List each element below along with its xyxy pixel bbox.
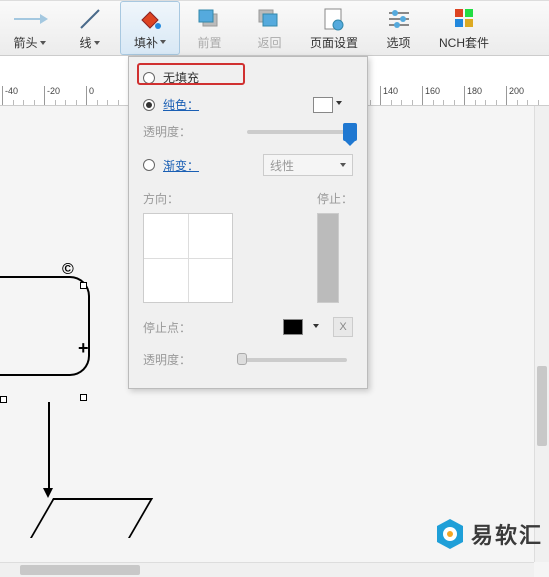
- fill-options-panel: 无填充 纯色： 透明度： 渐变： 线性 方向： 停止： 停止点：: [128, 56, 368, 389]
- options-icon: [387, 7, 411, 31]
- chevron-down-icon: [340, 163, 346, 167]
- connector-line[interactable]: [48, 402, 50, 490]
- bring-front-icon: [197, 8, 223, 30]
- line-label: 线: [79, 34, 91, 51]
- shape-handle[interactable]: [80, 282, 87, 289]
- ruler-tick: -20: [44, 86, 60, 105]
- back-button[interactable]: 返回: [240, 1, 300, 55]
- delete-stop-button[interactable]: X: [333, 317, 353, 337]
- back-label: 返回: [257, 34, 281, 51]
- stop-point-label: 停止点：: [143, 319, 191, 336]
- page-setup-label: 页面设置: [310, 34, 358, 51]
- stop-label: 停止：: [317, 190, 353, 207]
- ruler-tick: 0: [86, 86, 94, 105]
- ruler-tick: 200: [506, 86, 524, 105]
- watermark-text: 易软汇: [471, 518, 543, 550]
- ruler-tick: -40: [2, 86, 18, 105]
- horizontal-scrollbar[interactable]: [0, 562, 534, 577]
- plus-cursor-icon: +: [78, 338, 89, 359]
- chevron-down-icon: [313, 324, 319, 328]
- solid-fill-radio[interactable]: [143, 99, 155, 111]
- fill-tool-button[interactable]: 填补: [120, 1, 180, 55]
- opacity2-label: 透明度：: [143, 351, 191, 368]
- line-tool-button[interactable]: 线: [60, 1, 120, 55]
- main-toolbar: 箭头 线 填补 前置 返回 页面设置 选项 NCH套件: [0, 0, 549, 56]
- direction-label: 方向：: [143, 190, 309, 207]
- opacity-slider[interactable]: [247, 130, 353, 134]
- gradient-stop-bar[interactable]: [317, 213, 339, 303]
- gradient-type-select[interactable]: 线性: [263, 154, 353, 176]
- rounded-rect-shape[interactable]: [0, 276, 90, 376]
- opacity-label: 透明度：: [143, 123, 191, 140]
- stop-opacity-slider[interactable]: [237, 358, 347, 362]
- slider-thumb[interactable]: [237, 353, 247, 365]
- slider-thumb[interactable]: [343, 123, 357, 141]
- send-back-icon: [257, 8, 283, 30]
- diamond-shape[interactable]: [30, 498, 153, 538]
- fill-label: 填补: [134, 34, 158, 51]
- options-label: 选项: [387, 34, 411, 51]
- line-icon: [77, 6, 103, 32]
- front-button[interactable]: 前置: [180, 1, 240, 55]
- watermark: 易软汇: [435, 517, 543, 551]
- options-button[interactable]: 选项: [369, 1, 429, 55]
- arrow-tool-button[interactable]: 箭头: [0, 1, 60, 55]
- gradient-label: 渐变：: [163, 157, 199, 174]
- stop-color-picker[interactable]: [283, 319, 303, 335]
- arrow-label: 箭头: [13, 34, 37, 51]
- chevron-down-icon: [40, 41, 46, 45]
- no-fill-radio[interactable]: [143, 72, 155, 84]
- page-setup-icon: [323, 7, 345, 31]
- solid-fill-label: 纯色：: [163, 96, 199, 113]
- gradient-radio[interactable]: [143, 159, 155, 171]
- arrow-icon: [12, 10, 48, 28]
- vertical-scrollbar[interactable]: [534, 106, 549, 562]
- chevron-down-icon: [160, 40, 166, 44]
- ruler-tick: 160: [422, 86, 440, 105]
- ruler-tick: 180: [464, 86, 482, 105]
- shape-handle[interactable]: [0, 396, 7, 403]
- paint-bucket-icon: [136, 6, 164, 32]
- ruler-tick: 140: [380, 86, 398, 105]
- page-setup-button[interactable]: 页面设置: [300, 1, 369, 55]
- no-fill-label: 无填充: [163, 69, 199, 86]
- nch-suite-button[interactable]: NCH套件: [429, 1, 500, 55]
- watermark-logo-icon: [435, 517, 465, 551]
- front-label: 前置: [197, 34, 221, 51]
- scroll-thumb[interactable]: [20, 565, 140, 575]
- nch-icon: [453, 7, 475, 31]
- gradient-type-value: 线性: [270, 157, 294, 174]
- nch-label: NCH套件: [439, 34, 489, 51]
- arrow-head-icon: [43, 488, 53, 498]
- copyright-symbol: ©: [62, 261, 74, 279]
- scroll-thumb[interactable]: [537, 366, 547, 446]
- shape-handle[interactable]: [80, 394, 87, 401]
- solid-color-picker[interactable]: [313, 97, 333, 113]
- gradient-direction-picker[interactable]: [143, 213, 233, 303]
- chevron-down-icon: [94, 41, 100, 45]
